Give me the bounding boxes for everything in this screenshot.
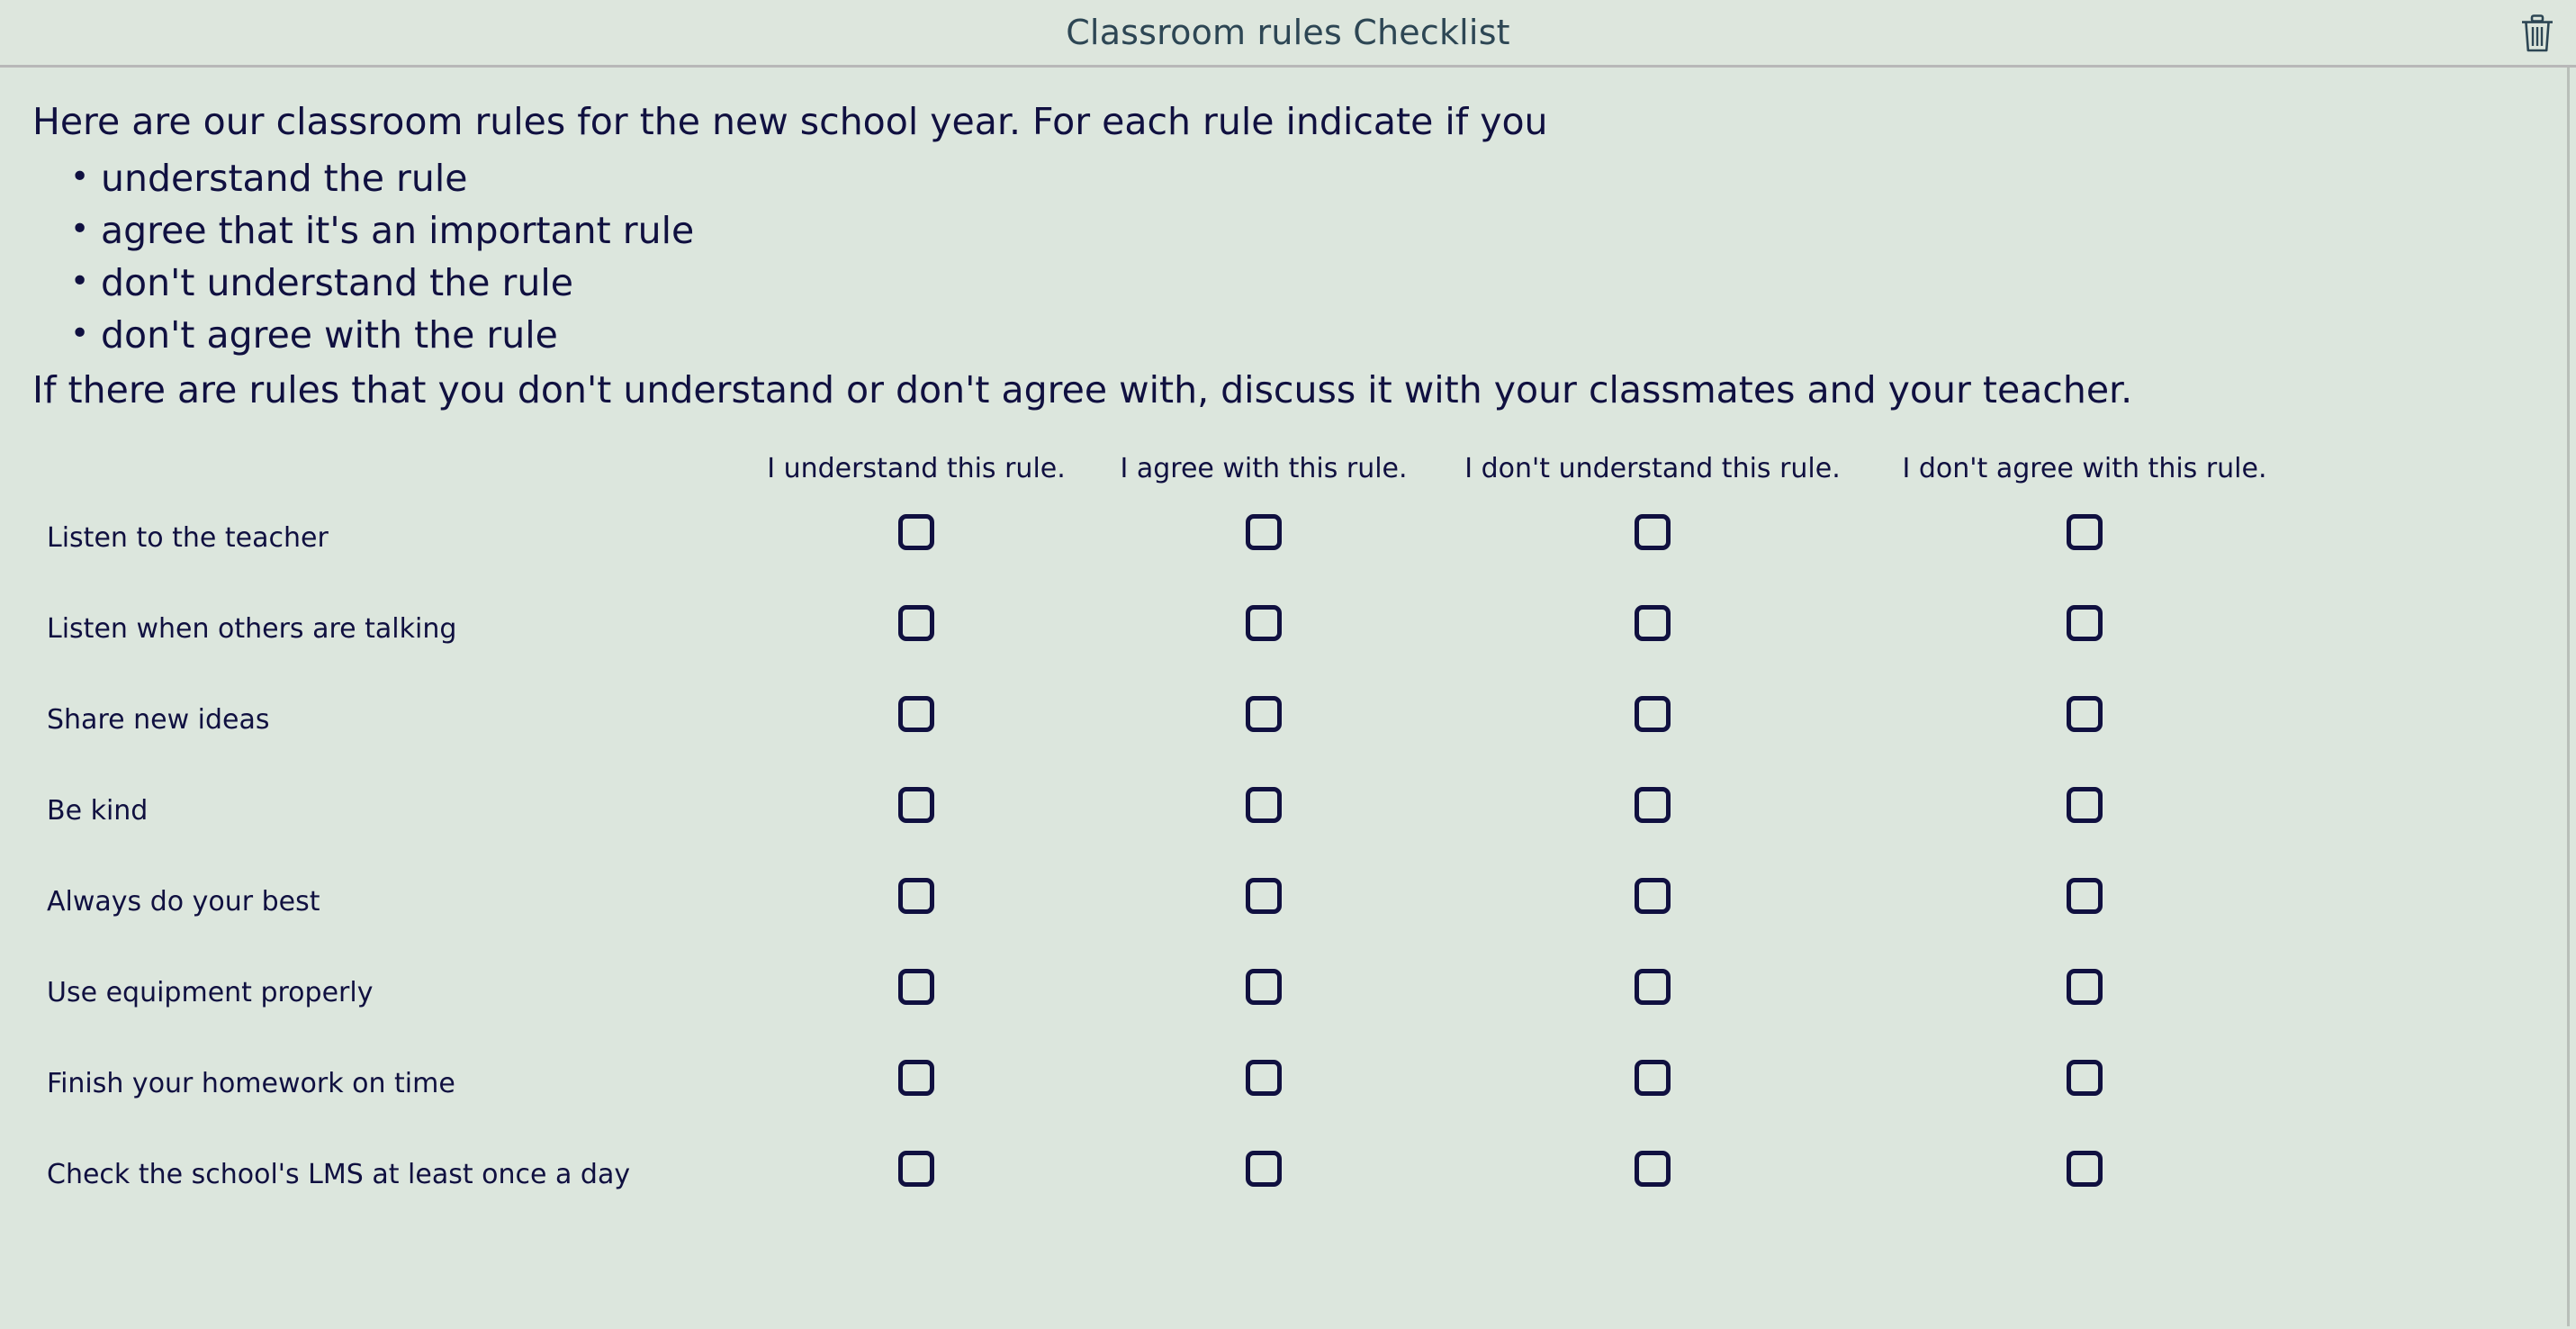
table-row: Be kind (0, 765, 2567, 856)
checkbox[interactable] (1246, 1059, 1282, 1096)
page-title: Classroom rules Checklist (1066, 13, 1510, 52)
checkbox[interactable] (2067, 877, 2103, 914)
table-row: Share new ideas (0, 674, 2567, 765)
checkbox[interactable] (898, 968, 934, 1005)
list-item: don't understand the rule (70, 256, 2567, 309)
checkbox[interactable] (1635, 1059, 1671, 1096)
checkbox[interactable] (1635, 513, 1671, 550)
checkbox[interactable] (2067, 695, 2103, 732)
checkbox[interactable] (1246, 513, 1282, 550)
column-header-agree: I agree with this rule. (1120, 452, 1408, 484)
checkbox[interactable] (1246, 604, 1282, 641)
checkbox[interactable] (1635, 695, 1671, 732)
checkbox[interactable] (898, 604, 934, 641)
table-row: Check the school's LMS at least once a d… (0, 1129, 2567, 1220)
column-header-dont-understand: I don't understand this rule. (1464, 452, 1841, 484)
checkbox[interactable] (898, 513, 934, 550)
list-item: agree that it's an important rule (70, 203, 2567, 257)
rule-label: Check the school's LMS at least once a d… (47, 1158, 631, 1190)
checkbox[interactable] (1635, 877, 1671, 914)
checkbox[interactable] (1246, 695, 1282, 732)
rule-label: Finish your homework on time (47, 1067, 455, 1099)
rule-label: Be kind (47, 794, 149, 827)
list-item: don't agree with the rule (70, 308, 2567, 361)
indicate-options-list: understand the rule agree that it's an i… (0, 151, 2567, 361)
checkbox[interactable] (2067, 1150, 2103, 1187)
rule-label: Listen when others are talking (47, 612, 457, 645)
table-row: Always do your best (0, 856, 2567, 947)
matrix-rows: Listen to the teacher Listen when others … (0, 493, 2567, 1220)
checkbox[interactable] (898, 877, 934, 914)
table-row: Listen to the teacher (0, 493, 2567, 583)
checkbox[interactable] (2067, 1059, 2103, 1096)
table-row: Finish your homework on time (0, 1038, 2567, 1129)
table-row: Listen when others are talking (0, 583, 2567, 674)
checkbox[interactable] (2067, 786, 2103, 823)
intro-paragraph: Here are our classroom rules for the new… (32, 100, 1548, 143)
rule-label: Use equipment properly (47, 976, 374, 1008)
checkbox[interactable] (898, 695, 934, 732)
trash-icon (2519, 14, 2555, 53)
checkbox[interactable] (1635, 604, 1671, 641)
delete-button[interactable] (2509, 5, 2565, 61)
rule-label: Listen to the teacher (47, 521, 329, 554)
checkbox[interactable] (898, 1059, 934, 1096)
rule-label: Share new ideas (47, 703, 270, 736)
checkbox[interactable] (898, 786, 934, 823)
matrix-column-headers: I understand this rule. I agree with thi… (0, 453, 2567, 493)
window-titlebar: Classroom rules Checklist (0, 0, 2576, 68)
checkbox[interactable] (1635, 786, 1671, 823)
rule-label: Always do your best (47, 885, 320, 918)
table-row: Use equipment properly (0, 947, 2567, 1038)
closing-paragraph: If there are rules that you don't unders… (32, 367, 2133, 411)
column-header-understand: I understand this rule. (767, 452, 1066, 484)
checkbox[interactable] (2067, 513, 2103, 550)
checkbox[interactable] (1635, 1150, 1671, 1187)
rules-matrix: I understand this rule. I agree with thi… (0, 453, 2567, 1220)
checkbox[interactable] (1635, 968, 1671, 1005)
column-header-dont-agree: I don't agree with this rule. (1902, 452, 2267, 484)
checkbox[interactable] (898, 1150, 934, 1187)
checkbox[interactable] (1246, 1150, 1282, 1187)
list-item: understand the rule (70, 151, 2567, 204)
checkbox[interactable] (2067, 968, 2103, 1005)
checkbox[interactable] (2067, 604, 2103, 641)
checkbox[interactable] (1246, 786, 1282, 823)
form-page: Here are our classroom rules for the new… (0, 68, 2570, 1326)
checkbox[interactable] (1246, 968, 1282, 1005)
checkbox[interactable] (1246, 877, 1282, 914)
